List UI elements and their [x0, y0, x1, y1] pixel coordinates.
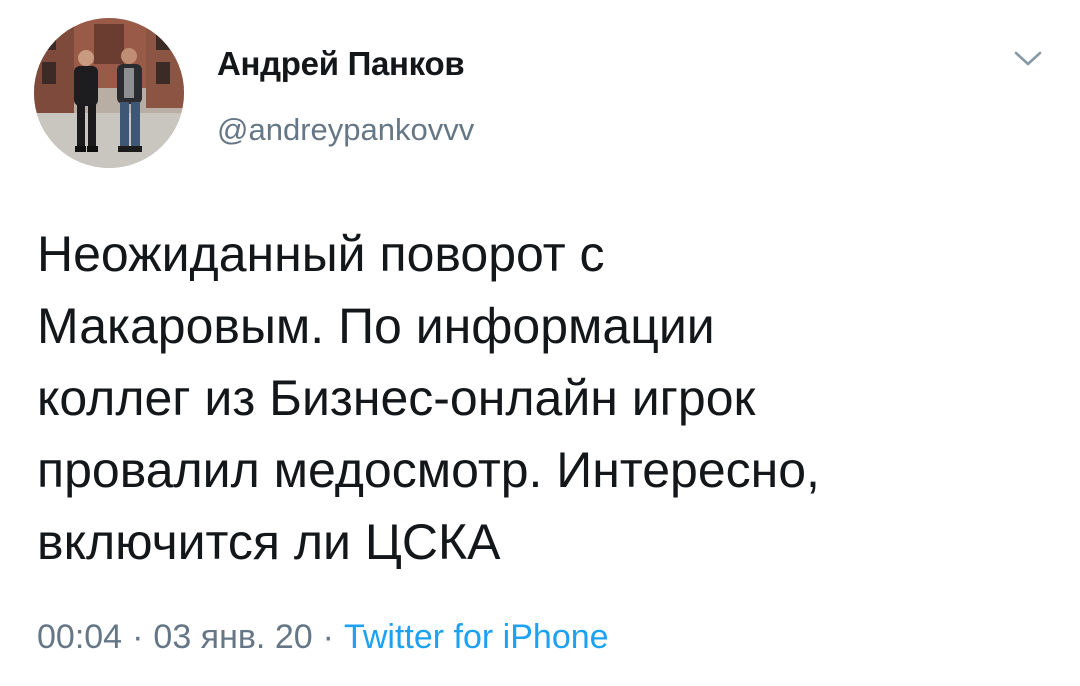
- tweet-text-line: включится ли ЦСКА: [37, 514, 501, 570]
- tweet-text-line: Неожиданный поворот с: [37, 226, 605, 282]
- author-display-name[interactable]: Андрей Панков: [217, 45, 465, 83]
- tweet-text-line: провалил медосмотр. Интересно,: [37, 442, 820, 498]
- tweet-text-line: коллег из Бизнес-онлайн игрок: [37, 370, 756, 426]
- tweet-time[interactable]: 00:04: [37, 618, 122, 656]
- tweet-meta: 00:04 · 03 янв. 20 · Twitter for iPhone: [37, 618, 609, 657]
- tweet-card: Андрей Панков @andreypankovvv Неожиданны…: [0, 0, 1080, 686]
- meta-separator: ·: [322, 618, 334, 656]
- avatar-photo: [34, 18, 184, 168]
- author-handle[interactable]: @andreypankovvv: [217, 112, 474, 148]
- tweet-text-line: Макаровым. По информации: [37, 298, 715, 354]
- tweet-date[interactable]: 03 янв. 20: [153, 618, 312, 656]
- chevron-down-icon[interactable]: [1013, 49, 1043, 69]
- avatar[interactable]: [34, 18, 184, 168]
- tweet-source-link[interactable]: Twitter for iPhone: [344, 618, 609, 656]
- tweet-text: Неожиданный поворот с Макаровым. По инфо…: [37, 218, 1047, 578]
- meta-separator: ·: [132, 618, 144, 656]
